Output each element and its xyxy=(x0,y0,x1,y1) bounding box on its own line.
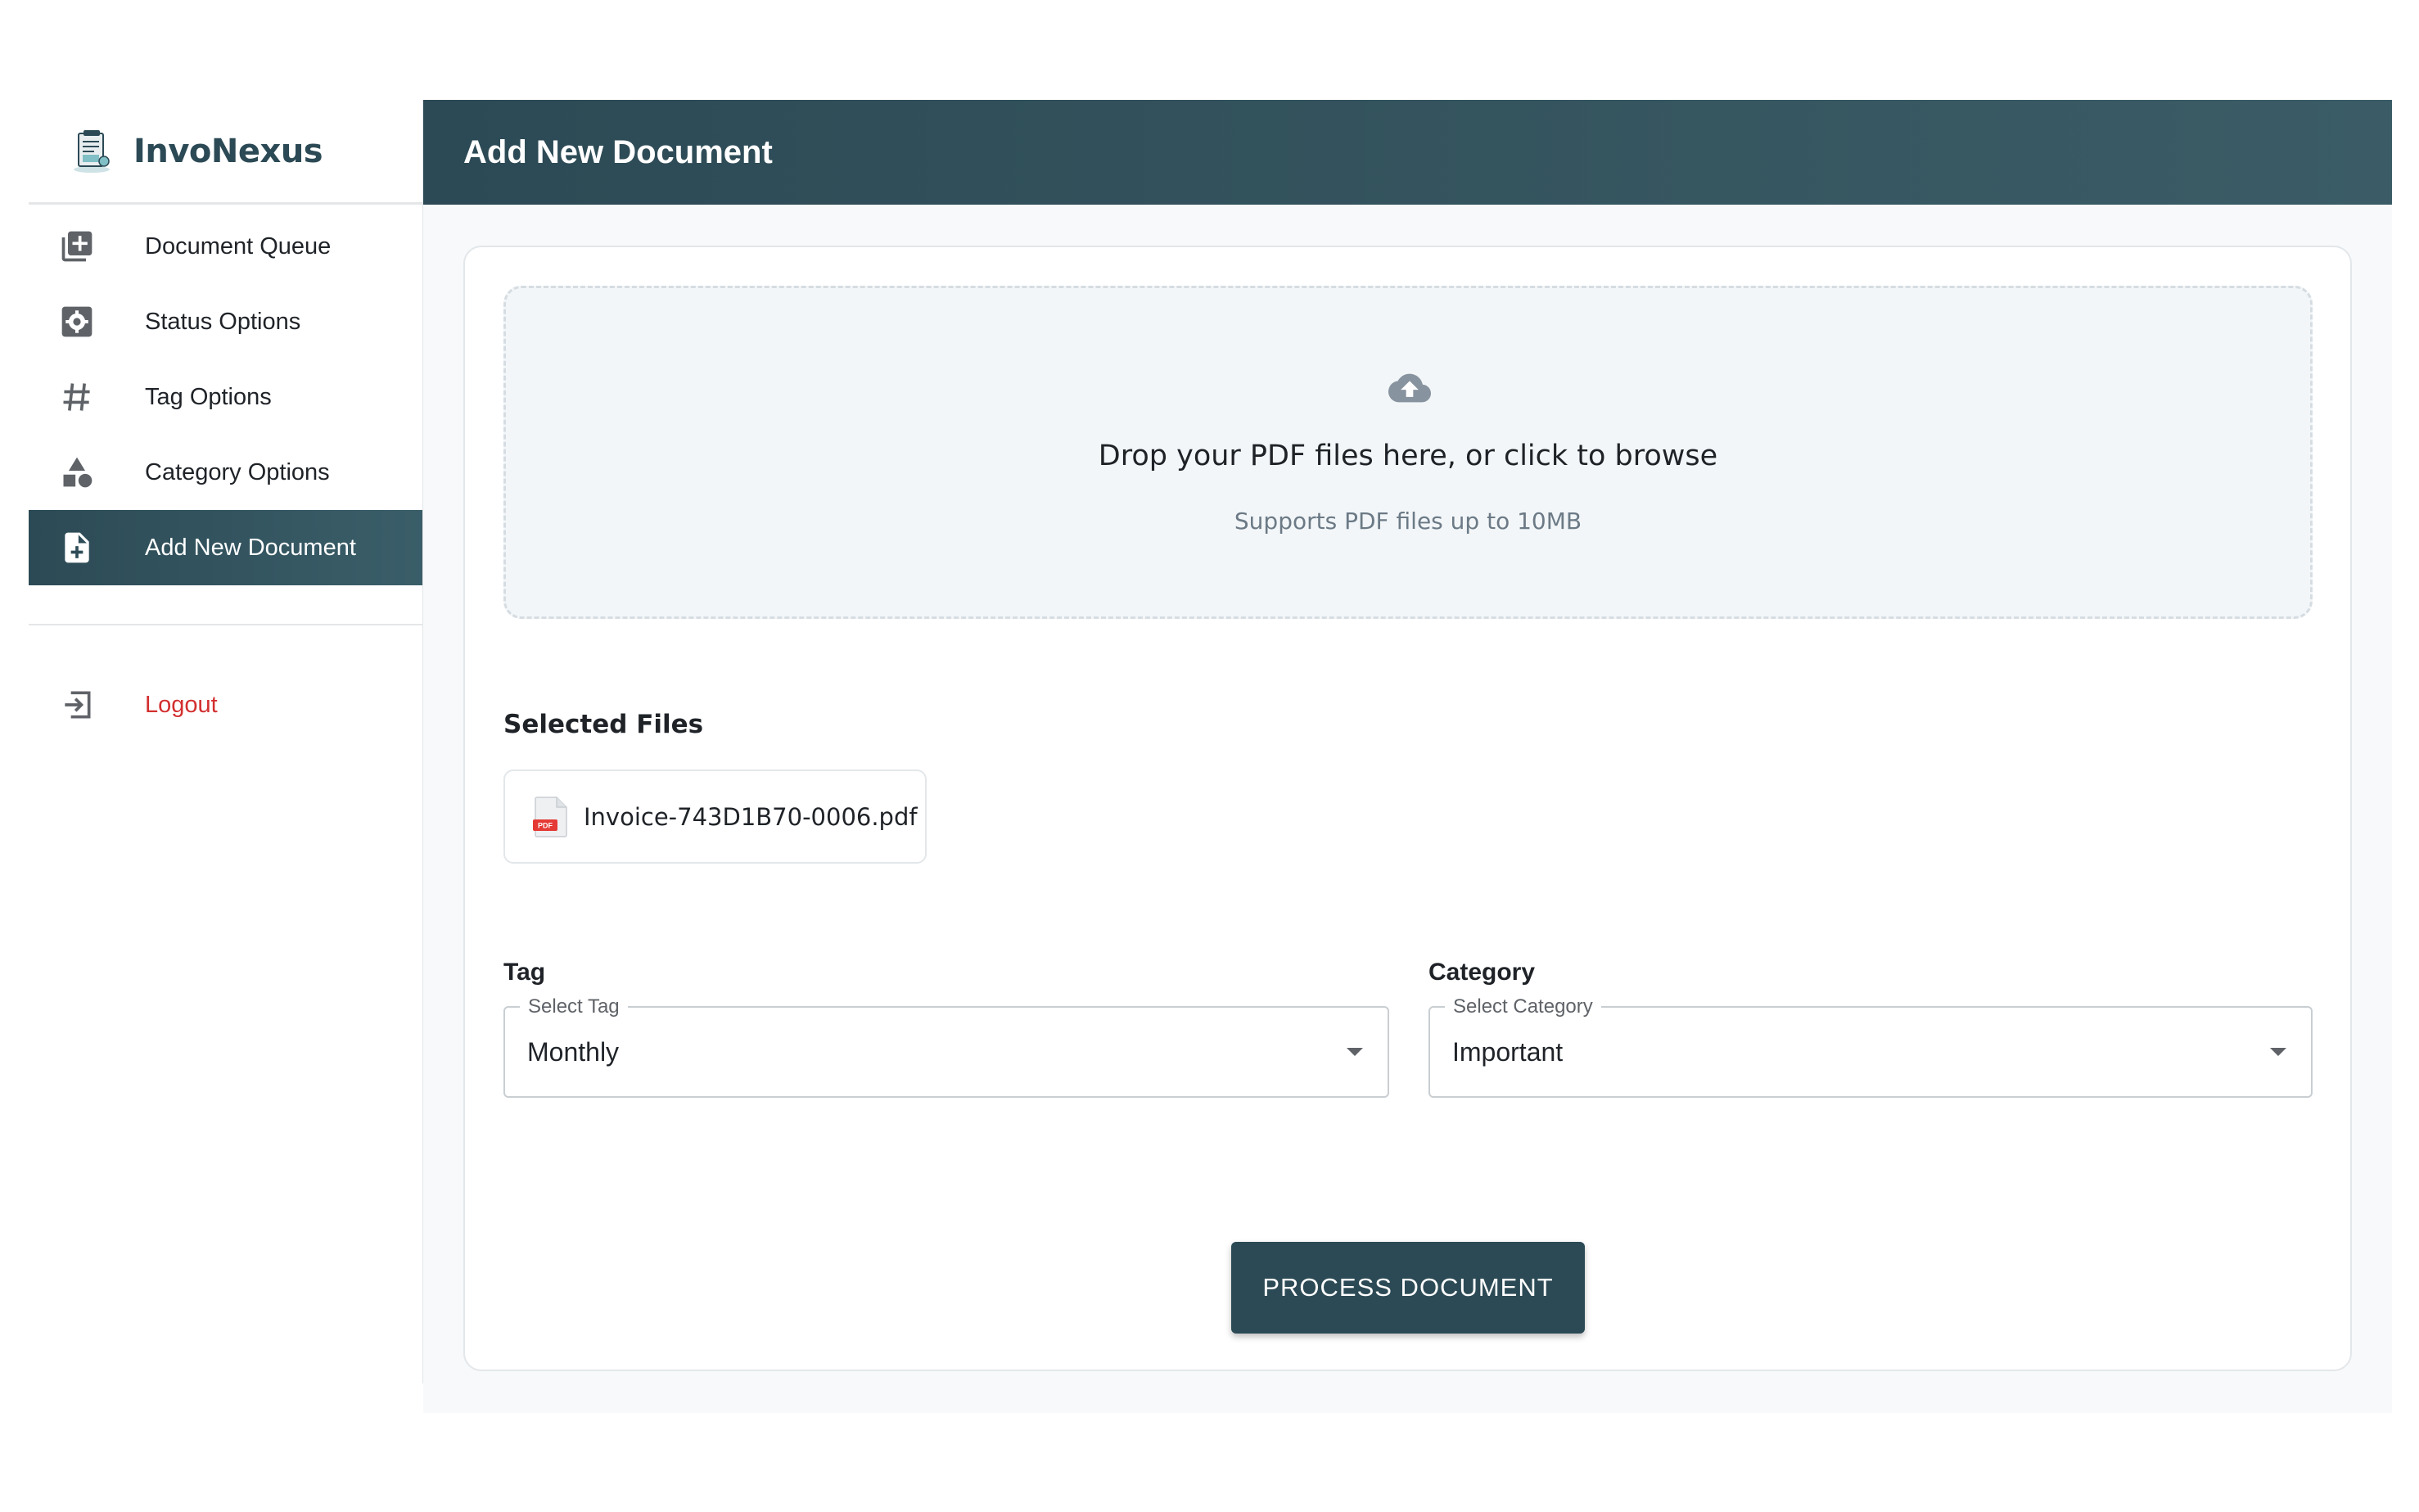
tag-select[interactable]: Select Tag Monthly xyxy=(503,995,1389,1098)
tag-select-legend: Select Tag xyxy=(520,995,628,1018)
category-select-value: Important xyxy=(1452,1037,1564,1067)
hashtag-icon xyxy=(57,377,97,417)
selected-file-chip[interactable]: PDF Invoice-743D1B70-0006.pdf xyxy=(503,770,927,864)
tag-select-value: Monthly xyxy=(527,1037,620,1067)
tag-label: Tag xyxy=(503,959,546,986)
sidebar-item-add-new-document[interactable]: Add New Document xyxy=(29,510,422,585)
file-add-icon xyxy=(57,528,97,567)
file-name: Invoice-743D1B70-0006.pdf xyxy=(584,802,918,831)
shapes-icon xyxy=(57,453,97,492)
pdf-file-icon: PDF xyxy=(533,796,567,837)
sidebar-item-label: Document Queue xyxy=(145,232,332,260)
process-document-button[interactable]: PROCESS DOCUMENT xyxy=(1231,1242,1585,1334)
sidebar-item-status-options[interactable]: Status Options xyxy=(29,284,422,359)
pdf-dropzone[interactable]: Drop your PDF files here, or click to br… xyxy=(503,286,2313,619)
chevron-down-icon xyxy=(2270,1048,2286,1056)
sidebar-item-category-options[interactable]: Category Options xyxy=(29,435,422,510)
page-title: Add New Document xyxy=(463,133,773,170)
library-add-icon xyxy=(57,227,97,266)
sidebar-nav: Document Queue Status Options Tag Option… xyxy=(29,205,422,585)
category-select[interactable]: Select Category Important xyxy=(1428,995,2313,1098)
dropzone-title: Drop your PDF files here, or click to br… xyxy=(1098,440,1718,472)
svg-text:PDF: PDF xyxy=(538,821,553,829)
category-label: Category xyxy=(1428,959,1536,986)
logout-button[interactable]: Logout xyxy=(29,667,422,742)
logout-label: Logout xyxy=(145,691,218,718)
sidebar-item-label: Add New Document xyxy=(145,534,356,561)
sidebar-item-label: Tag Options xyxy=(145,383,272,410)
cloud-upload-icon xyxy=(1388,373,1431,403)
sidebar-item-label: Status Options xyxy=(145,308,301,335)
settings-box-icon xyxy=(57,302,97,341)
sidebar: InvoNexus Document Queue Status Options … xyxy=(29,100,424,1383)
category-select-legend: Select Category xyxy=(1445,995,1601,1018)
sidebar-item-tag-options[interactable]: Tag Options xyxy=(29,359,422,435)
chevron-down-icon xyxy=(1347,1048,1363,1056)
dropzone-subtitle: Supports PDF files up to 10MB xyxy=(1234,508,1582,535)
selected-files-title: Selected Files xyxy=(503,710,704,739)
logout-icon xyxy=(57,685,97,724)
brand-name: InvoNexus xyxy=(133,132,323,170)
logo-icon xyxy=(74,129,110,173)
sidebar-item-label: Category Options xyxy=(145,458,330,485)
sidebar-divider xyxy=(29,624,422,625)
brand[interactable]: InvoNexus xyxy=(29,100,422,205)
sidebar-item-document-queue[interactable]: Document Queue xyxy=(29,209,422,284)
page-header: Add New Document xyxy=(423,100,2392,205)
